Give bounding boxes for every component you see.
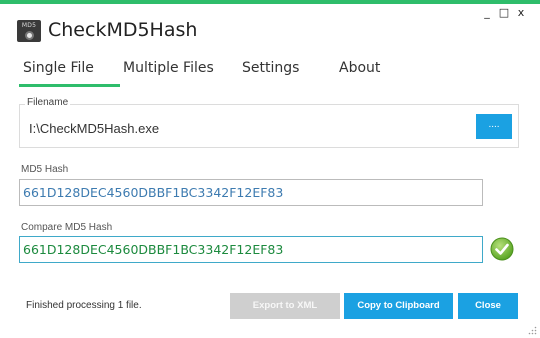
compare-hash-label: Compare MD5 Hash [21, 222, 113, 233]
filename-label: Filename [25, 97, 71, 108]
window-title: CheckMD5Hash [48, 19, 198, 41]
window-accent-bar [0, 0, 540, 4]
compare-hash-input[interactable]: 661D128DEC4560DBBF1BC3342F12EF83 [19, 236, 483, 263]
tab-settings[interactable]: Settings [242, 60, 299, 76]
tab-multiple-files[interactable]: Multiple Files [123, 60, 214, 76]
app-icon-label: MD5 [21, 22, 37, 29]
copy-clipboard-button[interactable]: Copy to Clipboard [344, 293, 453, 319]
md5-hash-field[interactable]: 661D128DEC4560DBBF1BC3342F12EF83 [19, 179, 483, 206]
tab-single-file[interactable]: Single File [23, 60, 94, 76]
close-button[interactable]: Close [458, 293, 518, 319]
tab-about[interactable]: About [339, 60, 380, 76]
status-text: Finished processing 1 file. [26, 300, 142, 311]
export-xml-button[interactable]: Export to XML [230, 293, 340, 319]
app-icon: MD5 [17, 20, 41, 42]
active-tab-indicator [19, 84, 120, 87]
resize-grip-icon[interactable] [528, 326, 537, 335]
minimize-button[interactable]: _ [480, 7, 494, 19]
browse-button[interactable]: .... [476, 114, 512, 139]
checkmark-icon [490, 237, 514, 261]
filename-value: I:\CheckMD5Hash.exe [29, 121, 160, 136]
disc-icon [25, 31, 34, 40]
maximize-button[interactable]: □ [497, 7, 511, 19]
md5-hash-label: MD5 Hash [21, 164, 69, 175]
close-window-button[interactable]: x [514, 7, 528, 19]
